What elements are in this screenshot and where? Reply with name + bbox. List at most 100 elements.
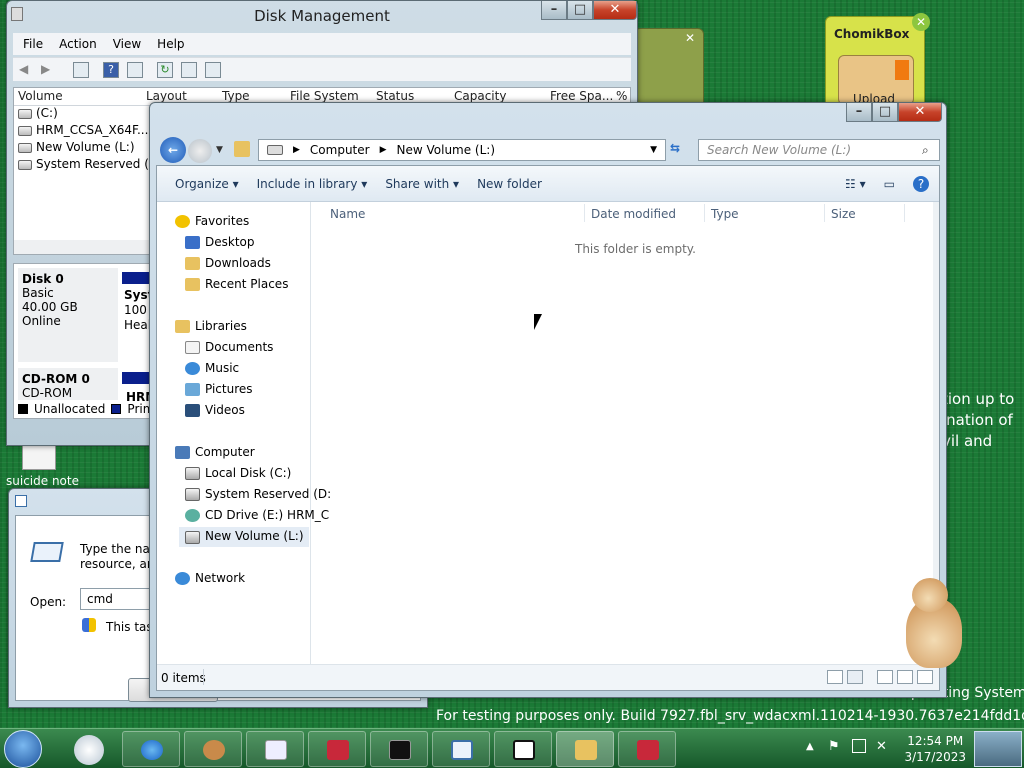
nav-pictures[interactable]: Pictures — [185, 382, 253, 396]
chomikbox-widget[interactable]: ChomikBox ✕ Upload — [825, 13, 930, 112]
hamster-upload-icon[interactable]: Upload — [838, 55, 914, 106]
volume-name: HRM_CCSA_X64F... — [36, 123, 149, 137]
forward-button[interactable] — [188, 139, 212, 163]
clock[interactable]: 12:54 PM 3/17/2023 — [904, 733, 966, 765]
chevron-down-icon[interactable]: ▼ — [650, 145, 657, 155]
flag-icon[interactable]: ⚑ — [828, 739, 840, 754]
cdrom-info[interactable]: CD-ROM 0 CD-ROM — [18, 368, 118, 400]
back-arrow-icon[interactable]: ◀ — [19, 62, 35, 78]
search-input[interactable]: Search New Volume (L:) — [698, 139, 940, 161]
maximize-button[interactable]: □ — [567, 1, 593, 20]
col-type[interactable]: Type — [222, 89, 250, 103]
close-icon[interactable]: ✕ — [912, 13, 930, 31]
back-button[interactable]: ← — [160, 137, 186, 163]
layout-icon[interactable] — [877, 670, 893, 684]
taskbar-list-app[interactable] — [246, 731, 304, 767]
forward-arrow-icon[interactable]: ▶ — [41, 62, 57, 78]
col-capacity[interactable]: Capacity — [454, 89, 506, 103]
col-free[interactable]: Free Spa... — [550, 89, 613, 103]
menu-bar: File Action View Help — [13, 33, 631, 55]
nav-favorites[interactable]: Favorites — [175, 214, 249, 228]
column-divider — [584, 204, 585, 222]
breadcrumb-computer[interactable]: Computer — [310, 143, 370, 157]
up-folder-icon[interactable] — [234, 141, 250, 157]
computer-icon — [175, 446, 190, 459]
menu-file[interactable]: File — [23, 37, 43, 51]
nav-new-volume[interactable]: New Volume (L:) — [179, 527, 309, 547]
show-hidden-icons[interactable]: ▲ — [806, 741, 814, 752]
show-desktop-button[interactable] — [974, 731, 1022, 767]
nav-network[interactable]: Network — [175, 571, 245, 585]
show-hide-icon[interactable] — [73, 62, 89, 78]
drive-icon — [185, 488, 200, 501]
taskbar-toolbox[interactable] — [308, 731, 366, 767]
share-with-button[interactable]: Share with ▾ — [385, 177, 459, 191]
include-library-button[interactable]: Include in library ▾ — [257, 177, 368, 191]
col-name[interactable]: Name — [330, 207, 365, 221]
col-filesystem[interactable]: File System — [290, 89, 359, 103]
help-icon[interactable]: ? — [913, 175, 929, 192]
disk-icon[interactable] — [205, 62, 221, 78]
minimize-button[interactable]: – — [846, 103, 872, 122]
hamster-mascot-icon[interactable] — [898, 578, 968, 670]
taskbar-chomikbox[interactable] — [184, 731, 242, 767]
minimize-button[interactable]: – — [541, 1, 567, 20]
nav-music[interactable]: Music — [185, 361, 239, 375]
taskbar-cmd[interactable] — [370, 731, 428, 767]
close-button[interactable]: ✕ — [898, 103, 942, 122]
nav-downloads[interactable]: Downloads — [185, 256, 271, 270]
breadcrumb-volume[interactable]: New Volume (L:) — [397, 143, 496, 157]
search-icon[interactable]: ⌕ — [922, 143, 929, 158]
help-icon[interactable]: ? — [103, 62, 119, 78]
organize-button[interactable]: Organize ▾ — [175, 177, 239, 191]
volume-muted-icon[interactable]: ✕ — [876, 739, 887, 754]
recent-pages-icon[interactable]: ▼ — [216, 145, 223, 155]
network-icon[interactable] — [852, 739, 866, 753]
taskbar-explorer[interactable] — [556, 731, 614, 767]
nav-videos[interactable]: Videos — [185, 403, 245, 417]
thumbnails-view-icon[interactable] — [847, 670, 863, 684]
nav-documents[interactable]: Documents — [185, 340, 273, 354]
nav-system-reserved[interactable]: System Reserved (D: — [185, 487, 331, 501]
nav-cd-drive[interactable]: CD Drive (E:) HRM_C — [185, 508, 329, 522]
layout-icon[interactable] — [917, 670, 933, 684]
menu-help[interactable]: Help — [157, 37, 184, 51]
views-icon[interactable]: ☷ ▾ — [845, 177, 866, 191]
menu-view[interactable]: View — [113, 37, 141, 51]
taskbar-ie[interactable] — [122, 731, 180, 767]
refresh-icon[interactable]: ⇆ — [670, 141, 680, 155]
properties-icon[interactable] — [127, 62, 143, 78]
col-size[interactable]: Size — [831, 207, 856, 221]
explorer-window[interactable]: – □ ✕ ← ▼ ▶ Computer ▶ New Volume (L:) ▼… — [149, 102, 947, 698]
taskbar-7zip[interactable] — [494, 731, 552, 767]
desktop-icon-label[interactable]: suicide note — [6, 474, 79, 488]
close-button[interactable]: ✕ — [593, 1, 637, 20]
settings-icon[interactable] — [181, 62, 197, 78]
note-file-icon[interactable] — [22, 444, 56, 470]
layout-icon[interactable] — [897, 670, 913, 684]
nav-libraries[interactable]: Libraries — [175, 319, 247, 333]
address-bar[interactable]: ▶ Computer ▶ New Volume (L:) ▼ — [258, 139, 666, 161]
taskbar-run[interactable] — [432, 731, 490, 767]
col-volume[interactable]: Volume — [18, 89, 63, 103]
nav-computer[interactable]: Computer — [175, 445, 255, 459]
col-date-modified[interactable]: Date modified — [591, 207, 676, 221]
nav-label: Libraries — [195, 319, 247, 333]
close-icon[interactable]: ✕ — [685, 31, 695, 45]
col-status[interactable]: Status — [376, 89, 414, 103]
new-folder-button[interactable]: New folder — [477, 177, 542, 191]
start-button[interactable] — [4, 730, 42, 768]
menu-action[interactable]: Action — [59, 37, 97, 51]
nav-desktop[interactable]: Desktop — [185, 235, 255, 249]
col-type[interactable]: Type — [711, 207, 739, 221]
orb-app-icon[interactable] — [74, 735, 104, 765]
taskbar-toolbox-2[interactable] — [618, 731, 676, 767]
nav-local-disk[interactable]: Local Disk (C:) — [185, 466, 291, 480]
refresh-icon[interactable]: ↻ — [157, 62, 173, 78]
details-view-icon[interactable] — [827, 670, 843, 684]
maximize-button[interactable]: □ — [872, 103, 898, 122]
nav-recent-places[interactable]: Recent Places — [185, 277, 288, 291]
preview-pane-icon[interactable]: ▭ — [884, 177, 895, 191]
col-layout[interactable]: Layout — [146, 89, 187, 103]
disk0-info[interactable]: Disk 0 Basic 40.00 GB Online — [18, 268, 118, 362]
